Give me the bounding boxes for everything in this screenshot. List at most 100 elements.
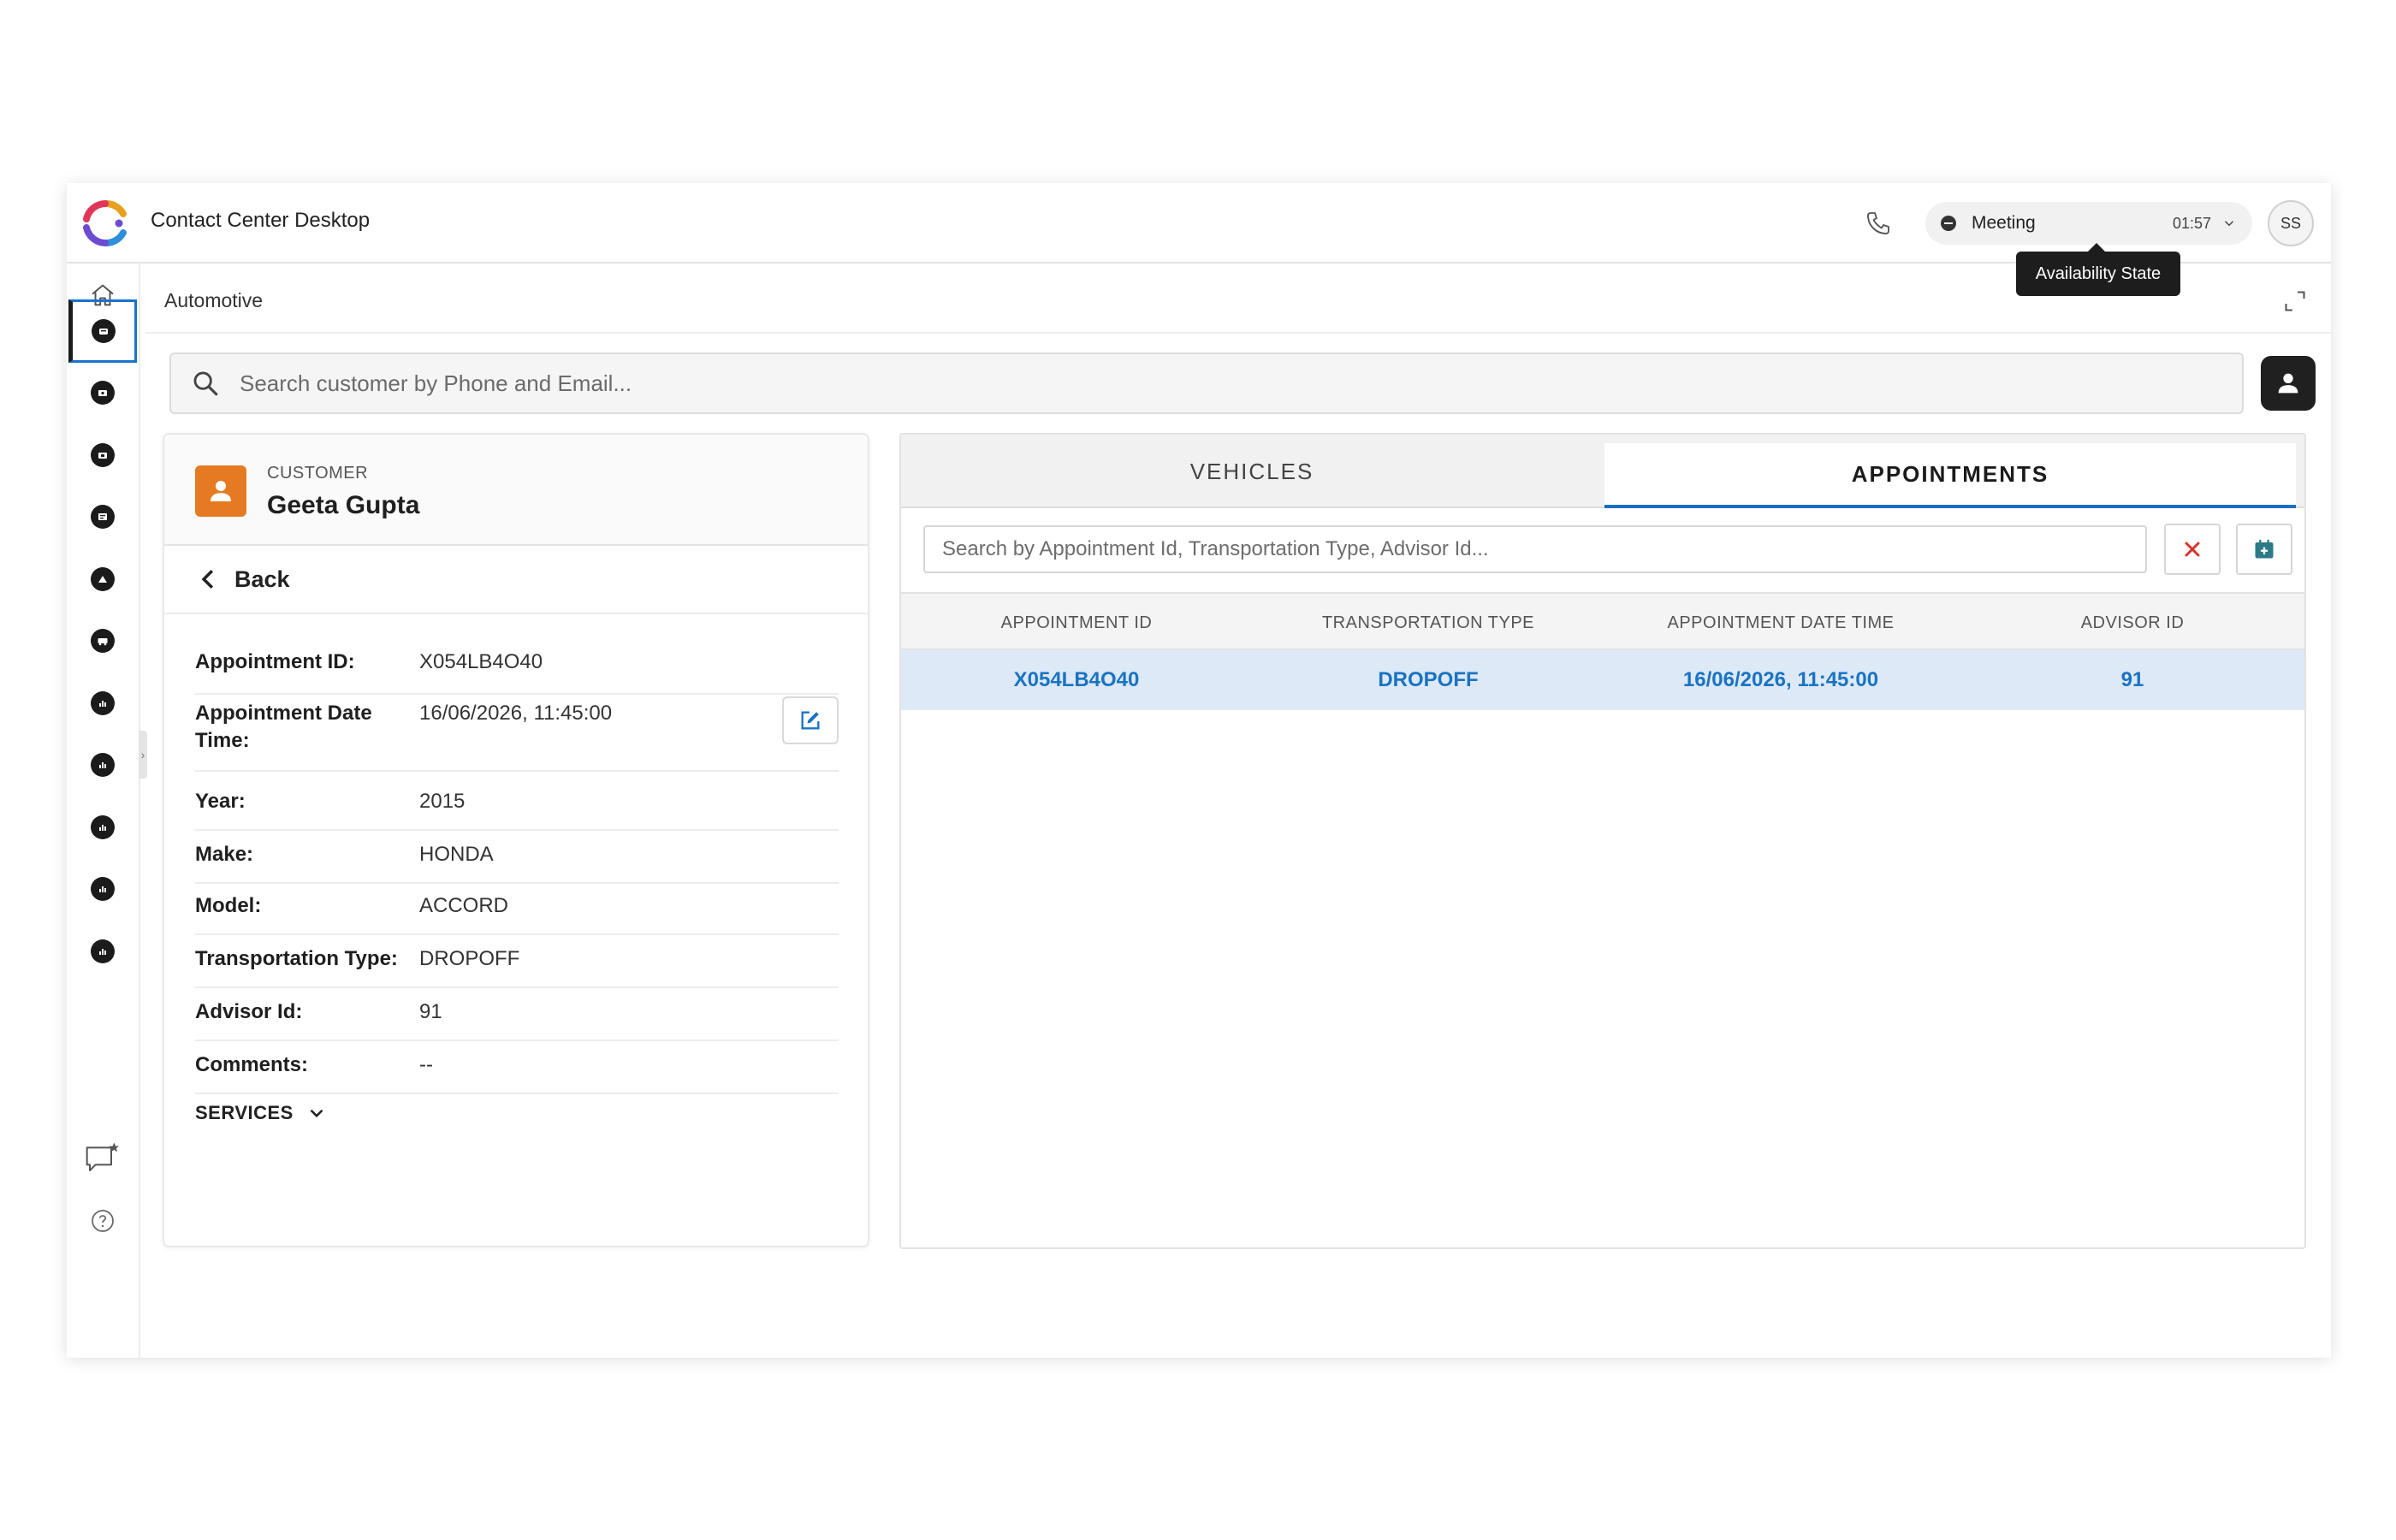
appointment-search-input[interactable] [923, 525, 2147, 573]
rail-report-2[interactable] [67, 733, 139, 797]
app-icon [91, 567, 115, 591]
chart-icon [91, 939, 115, 963]
edit-icon [801, 711, 820, 730]
rail-report-4[interactable] [67, 857, 139, 921]
detail-value: 2015 [419, 790, 466, 813]
chevron-down-icon [2224, 221, 2234, 227]
detail-appointment-id: Appointment ID: X054LB4O40 [195, 649, 839, 695]
logo-icon [83, 200, 127, 246]
help-icon [92, 1210, 114, 1232]
app-icon [91, 629, 115, 653]
chart-icon [91, 877, 115, 901]
back-label: Back [234, 566, 290, 592]
customer-header: CUSTOMER Geeta Gupta [164, 435, 868, 546]
calendar-button[interactable] [2236, 524, 2292, 575]
rail-app-3[interactable] [67, 424, 139, 487]
detail-model: Model: ACCORD [195, 892, 839, 935]
detail-label: Appointment Date Time: [195, 702, 372, 752]
app-title: Contact Center Desktop [151, 209, 371, 232]
services-label: SERVICES [195, 1102, 294, 1123]
detail-value: -- [419, 1053, 433, 1076]
edit-appointment-button[interactable] [782, 696, 839, 744]
clear-filter-button[interactable] [2164, 524, 2221, 575]
chevron-left-icon [201, 569, 214, 589]
detail-value: 16/06/2026, 11:45:00 [419, 702, 613, 725]
detail-appointment-date-time: Appointment Date Time: 16/06/2026, 11:45… [195, 696, 839, 772]
detail-label: Year: [195, 790, 246, 813]
rail-feedback[interactable] [67, 1126, 139, 1189]
phone-icon[interactable] [1860, 205, 1896, 241]
column-header[interactable]: APPOINTMENT ID [901, 594, 1252, 652]
detail-value: HONDA [419, 843, 494, 866]
services-toggle[interactable]: SERVICES [195, 1102, 328, 1124]
top-bar: Contact Center Desktop Meeting 01:57 SS [67, 183, 2331, 264]
app-icon [91, 505, 115, 529]
chart-icon [91, 753, 115, 777]
rail-app-5[interactable] [67, 548, 139, 611]
tab-appointments[interactable]: APPOINTMENTS [1604, 443, 2296, 508]
expand-icon[interactable] [2280, 286, 2310, 317]
customer-name: Geeta Gupta [267, 491, 420, 519]
detail-advisor-id: Advisor Id: 91 [195, 998, 839, 1041]
customer-panel: CUSTOMER Geeta Gupta Back Appointment ID… [163, 433, 869, 1247]
detail-label: Model: [195, 894, 262, 917]
detail-label: Comments: [195, 1053, 309, 1076]
rail-app-4[interactable] [67, 485, 139, 548]
detail-value: 91 [419, 1000, 442, 1023]
detail-make: Make: HONDA [195, 841, 839, 884]
column-header[interactable]: TRANSPORTATION TYPE [1252, 594, 1604, 652]
cell-appointment-id[interactable]: X054LB4O40 [901, 650, 1252, 710]
availability-state-dropdown[interactable]: Meeting 01:57 [1925, 202, 2252, 245]
detail-label: Appointment ID: [195, 650, 355, 673]
tab-vehicles[interactable]: VEHICLES [901, 435, 1603, 508]
tab-bar: VEHICLES APPOINTMENTS [901, 435, 2304, 508]
column-header[interactable]: ADVISOR ID [1957, 594, 2308, 652]
detail-label: Transportation Type: [195, 947, 398, 970]
chat-star-icon [86, 1142, 120, 1171]
detail-comments: Comments: -- [195, 1051, 839, 1094]
breadcrumb: Automotive [164, 289, 264, 311]
detail-label: Make: [195, 843, 254, 866]
availability-tooltip: Availability State [2016, 243, 2180, 296]
column-header[interactable]: APPOINTMENT DATE TIME [1604, 594, 1957, 652]
chevron-down-icon [310, 1109, 323, 1118]
calendar-icon [2255, 539, 2274, 559]
back-button[interactable]: Back [164, 546, 868, 614]
app-window: Contact Center Desktop Meeting 01:57 SS … [67, 183, 2331, 1358]
user-avatar[interactable]: SS [2268, 200, 2314, 246]
customer-label: CUSTOMER [267, 464, 369, 483]
search-icon [171, 369, 240, 398]
status-label: Meeting [1972, 213, 2036, 233]
customer-search-input[interactable] [240, 370, 2122, 397]
left-rail [67, 264, 139, 1358]
rail-app-2[interactable] [67, 361, 139, 424]
table-header: APPOINTMENT ID TRANSPORTATION TYPE APPOI… [901, 592, 2304, 650]
rail-help[interactable] [67, 1189, 139, 1253]
detail-value: ACCORD [419, 894, 509, 917]
close-icon [2185, 542, 2200, 557]
app-icon [91, 443, 115, 467]
rail-app-automotive[interactable] [68, 299, 137, 363]
table-row[interactable]: X054LB4O40 DROPOFF 16/06/2026, 11:45:00 … [901, 650, 2304, 710]
appointments-panel: VEHICLES APPOINTMENTS APPOINTMENT ID TRA… [899, 433, 2306, 1249]
rail-app-6[interactable] [67, 609, 139, 672]
customer-profile-button[interactable] [2261, 356, 2316, 411]
rail-collapse-handle[interactable]: › [139, 731, 147, 779]
rail-report-5[interactable] [67, 920, 139, 983]
cell-transportation-type: DROPOFF [1378, 668, 1479, 691]
chart-icon [91, 691, 115, 715]
rail-report-3[interactable] [67, 796, 139, 859]
detail-year: Year: 2015 [195, 788, 839, 831]
user-icon [2278, 373, 2298, 394]
rail-divider [139, 264, 145, 1358]
app-icon [92, 319, 116, 343]
status-timer: 01:57 [2172, 214, 2211, 232]
cell-appointment-date-time: 16/06/2026, 11:45:00 [1682, 668, 1879, 691]
breadcrumb-bar: Automotive [145, 265, 2331, 334]
cell-advisor-id: 91 [2120, 668, 2144, 691]
rail-report-1[interactable] [67, 672, 139, 735]
user-icon [211, 481, 231, 501]
detail-value: X054LB4O40 [419, 650, 543, 673]
chart-icon [91, 815, 115, 839]
status-meeting-icon [1941, 216, 1956, 231]
